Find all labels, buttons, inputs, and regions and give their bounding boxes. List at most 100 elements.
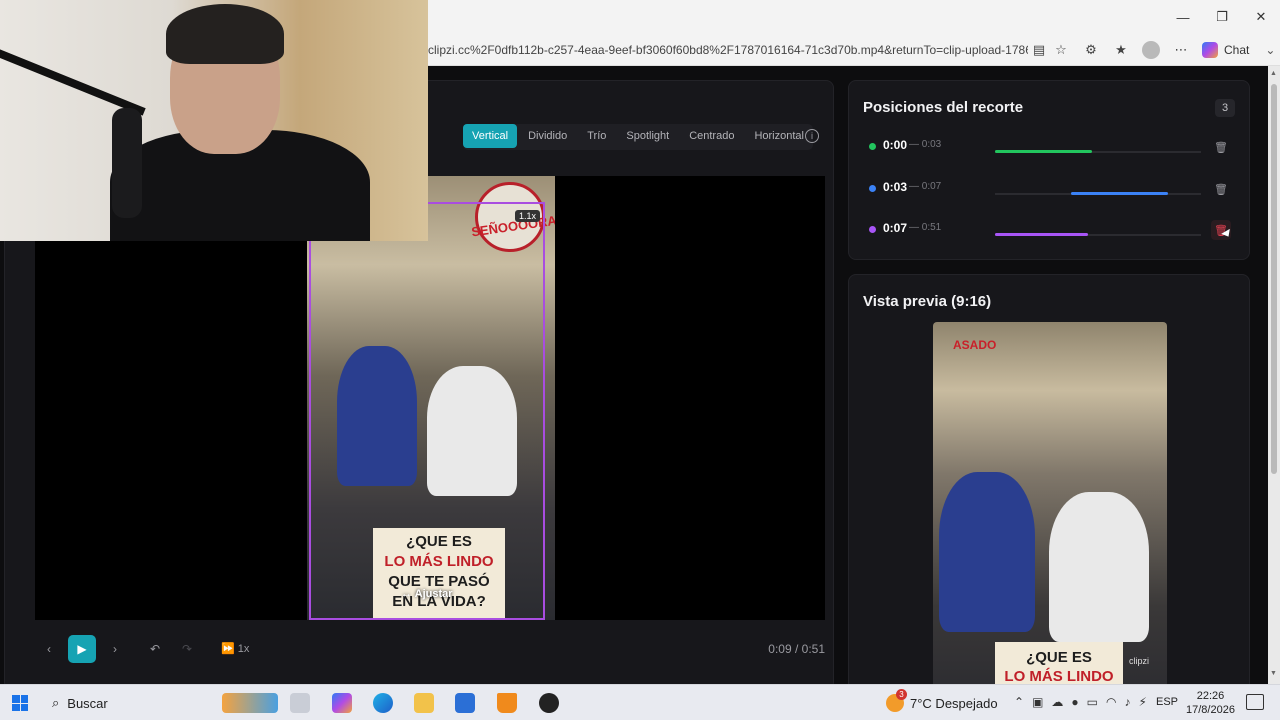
chevron-down-icon: ⌄	[1265, 43, 1276, 57]
vlc-icon[interactable]	[497, 693, 517, 713]
clip-color-dot	[869, 143, 876, 150]
tray-chevron-icon[interactable]: ⌃	[1014, 695, 1024, 709]
trash-icon[interactable]: 🗑	[1211, 137, 1231, 157]
clip-track[interactable]	[995, 150, 1201, 153]
outlook-icon[interactable]	[455, 693, 475, 713]
screen: — ❐ ✕ clipzi.cc%2F0dfb112b-c257-4eaa-9ee…	[0, 0, 1280, 720]
clip-end: — 0:03	[909, 139, 942, 150]
tab-centrado[interactable]: Centrado	[680, 124, 743, 148]
preview-tag: ASADO	[953, 338, 997, 352]
widget-fish-icon[interactable]	[222, 693, 278, 713]
clip-end: — 0:07	[909, 181, 942, 192]
speed-control[interactable]: ⏩ 1x	[221, 642, 249, 655]
adjust-handle[interactable]: ↔ Ajustar	[401, 588, 453, 600]
speed-label: 1x	[237, 643, 250, 655]
person-left	[939, 472, 1035, 632]
scroll-down-icon[interactable]: ▼	[1270, 670, 1277, 677]
tab-vertical[interactable]: Vertical	[463, 124, 518, 148]
transport-controls: ‹ ▶ › ↶ ↷ ⏩ 1x 0:09 / 0:51	[35, 633, 825, 665]
crop-rectangle[interactable]	[309, 202, 545, 620]
language-indicator[interactable]: ESP	[1156, 696, 1178, 708]
search-label: Buscar	[67, 695, 108, 711]
speed-icon: ⏩	[221, 643, 238, 655]
task-view-icon[interactable]	[290, 693, 310, 713]
favorite-star-icon[interactable]: ☆	[1052, 41, 1070, 59]
copilot-app-icon[interactable]	[332, 693, 352, 713]
prev-frame-button[interactable]: ‹	[35, 635, 63, 663]
tray-app-icon[interactable]: ▣	[1032, 695, 1043, 709]
person-right	[1049, 492, 1149, 642]
copilot-icon	[1202, 42, 1218, 58]
file-explorer-icon[interactable]	[414, 693, 434, 713]
webcam-overlay	[0, 0, 428, 241]
trash-icon[interactable]: 🗑	[1211, 179, 1231, 199]
weather-widget[interactable]: 3 7°C Despejado	[886, 689, 998, 712]
clip-row[interactable]: 0:07 — 0:51 🗑	[863, 212, 1237, 248]
tab-horizontal[interactable]: Horizontal	[745, 124, 813, 148]
info-icon[interactable]: i	[805, 129, 819, 143]
preview-video[interactable]: ASADO ¿QUE ES LO MÁS LINDO clipzi	[933, 322, 1167, 693]
undo-icon[interactable]: ↶	[141, 635, 169, 663]
favorites-icon[interactable]: ★	[1112, 41, 1130, 59]
restore-button[interactable]: ❐	[1207, 6, 1237, 28]
microphone-icon[interactable]: ●	[1071, 695, 1078, 709]
scroll-up-icon[interactable]: ▲	[1270, 70, 1277, 77]
clip-row[interactable]: 0:00 — 0:03 🗑	[863, 129, 1237, 165]
mic-arm	[0, 48, 146, 116]
close-window-button[interactable]: ✕	[1246, 6, 1276, 28]
weather-icon: 3	[886, 689, 907, 712]
clock-date: 17/8/2026	[1186, 704, 1235, 716]
positions-title: Posiciones del recorte	[863, 99, 1024, 116]
play-button[interactable]: ▶	[68, 635, 96, 663]
scroll-thumb[interactable]	[1271, 84, 1277, 474]
weather-badge: 3	[896, 689, 907, 700]
windows-start-icon[interactable]	[12, 695, 28, 711]
clip-row[interactable]: 0:03 — 0:07 🗑	[863, 171, 1237, 207]
notification-count: 3	[1258, 700, 1263, 709]
recorder-icon[interactable]	[539, 693, 559, 713]
layout-tabs: Vertical Dividido Trío Spotlight Centrad…	[463, 124, 813, 150]
more-menu-icon[interactable]: ⋯	[1172, 41, 1190, 59]
time-display: 0:09 / 0:51	[768, 642, 825, 656]
edge-icon[interactable]	[373, 693, 393, 713]
tab-dividido[interactable]: Dividido	[519, 124, 576, 148]
minimize-button[interactable]: —	[1168, 6, 1198, 28]
battery-icon[interactable]: ▭	[1087, 695, 1098, 709]
wifi-icon[interactable]: ◠	[1106, 695, 1116, 709]
clip-end: — 0:51	[909, 222, 942, 233]
power-icon[interactable]: ⚡	[1138, 695, 1146, 709]
crop-positions-card: Posiciones del recorte 3 0:00 — 0:03 🗑 0…	[848, 80, 1250, 260]
page-scrollbar[interactable]: ▲ ▼	[1268, 66, 1280, 684]
notification-icon[interactable]: 3	[1246, 694, 1264, 710]
clip-track[interactable]	[995, 233, 1201, 236]
tab-trio[interactable]: Trío	[578, 124, 615, 148]
preview-caption-line-1: ¿QUE ES	[1026, 649, 1092, 666]
clip-track[interactable]	[995, 192, 1201, 195]
volume-icon[interactable]: ♪	[1124, 695, 1130, 709]
source-video-frame: SEÑOOOORA!! ¿QUE ES LO MÁS LINDO QUE TE …	[307, 176, 555, 620]
weather-label: 7°C Despejado	[910, 695, 998, 711]
address-bar[interactable]: clipzi.cc%2F0dfb112b-c257-4eaa-9eef-bf30…	[428, 43, 1028, 57]
tab-spotlight[interactable]: Spotlight	[617, 124, 678, 148]
redo-icon[interactable]: ↷	[173, 635, 201, 663]
reading-view-icon[interactable]: ▤	[1030, 41, 1048, 59]
extensions-icon[interactable]: ⚙	[1082, 41, 1100, 59]
taskbar-clock[interactable]: 22:26 17/8/2026	[1186, 689, 1235, 717]
clip-start: 0:03	[883, 180, 908, 194]
microphone	[112, 108, 142, 218]
webcam-person-hair	[166, 4, 284, 64]
clip-segment[interactable]	[995, 233, 1088, 236]
clip-start: 0:07	[883, 221, 908, 235]
preview-title: Vista previa (9:16)	[863, 293, 992, 310]
positions-count-badge: 3	[1215, 99, 1235, 117]
profile-avatar[interactable]	[1142, 41, 1160, 59]
clip-segment[interactable]	[995, 150, 1092, 153]
copilot-chat-button[interactable]: Chat ⌄	[1202, 41, 1275, 59]
next-frame-button[interactable]: ›	[101, 635, 129, 663]
clip-color-dot	[869, 226, 876, 233]
windows-taskbar: ⌕ Buscar 3 7°C Despejado ⌃ ▣ ☁ ● ▭ ◠ ♪ ⚡…	[0, 684, 1280, 720]
onedrive-icon[interactable]: ☁	[1051, 695, 1063, 709]
clip-segment[interactable]	[1071, 192, 1169, 195]
system-tray: ⌃ ▣ ☁ ● ▭ ◠ ♪ ⚡	[1014, 695, 1147, 709]
crop-zoom-badge: 1.1x	[515, 210, 541, 222]
